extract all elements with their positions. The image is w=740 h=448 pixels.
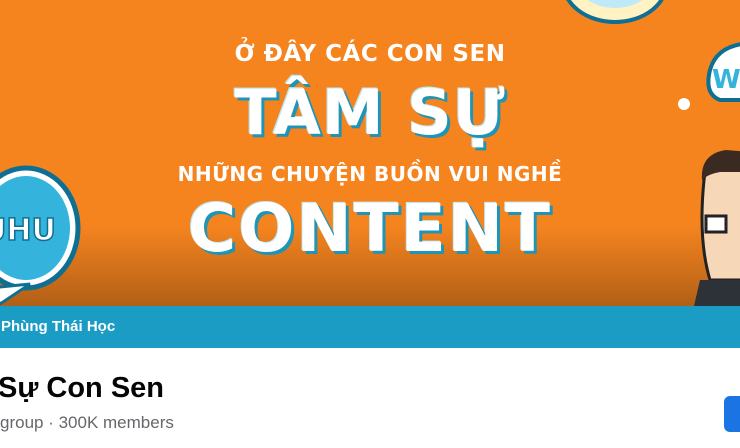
bubble-sticker-icon <box>566 0 664 24</box>
cover-author-bar: Phùng Thái Học <box>0 306 740 348</box>
cover-line-2: TÂM SỰ <box>234 76 506 149</box>
cover-line-1: Ở ĐÂY CÁC CON SEN <box>234 41 506 67</box>
cover-author-link[interactable]: Phùng Thái Học <box>1 318 115 335</box>
group-title[interactable]: Sự Con Sen <box>0 372 164 405</box>
cover-photo[interactable]: UHU W Ở ĐÂY CÁC CON SEN TÂM SỰ NHỮNG CHU… <box>0 0 740 306</box>
cover-line-4: CONTENT <box>187 190 553 267</box>
join-group-button[interactable] <box>724 396 740 432</box>
cover-line-3: NHỮNG CHUYỆN BUỒN VUI NGHỀ <box>177 162 563 186</box>
group-page: UHU W Ở ĐÂY CÁC CON SEN TÂM SỰ NHỮNG CHU… <box>0 0 740 448</box>
group-meta: group · 300K members <box>0 413 174 432</box>
